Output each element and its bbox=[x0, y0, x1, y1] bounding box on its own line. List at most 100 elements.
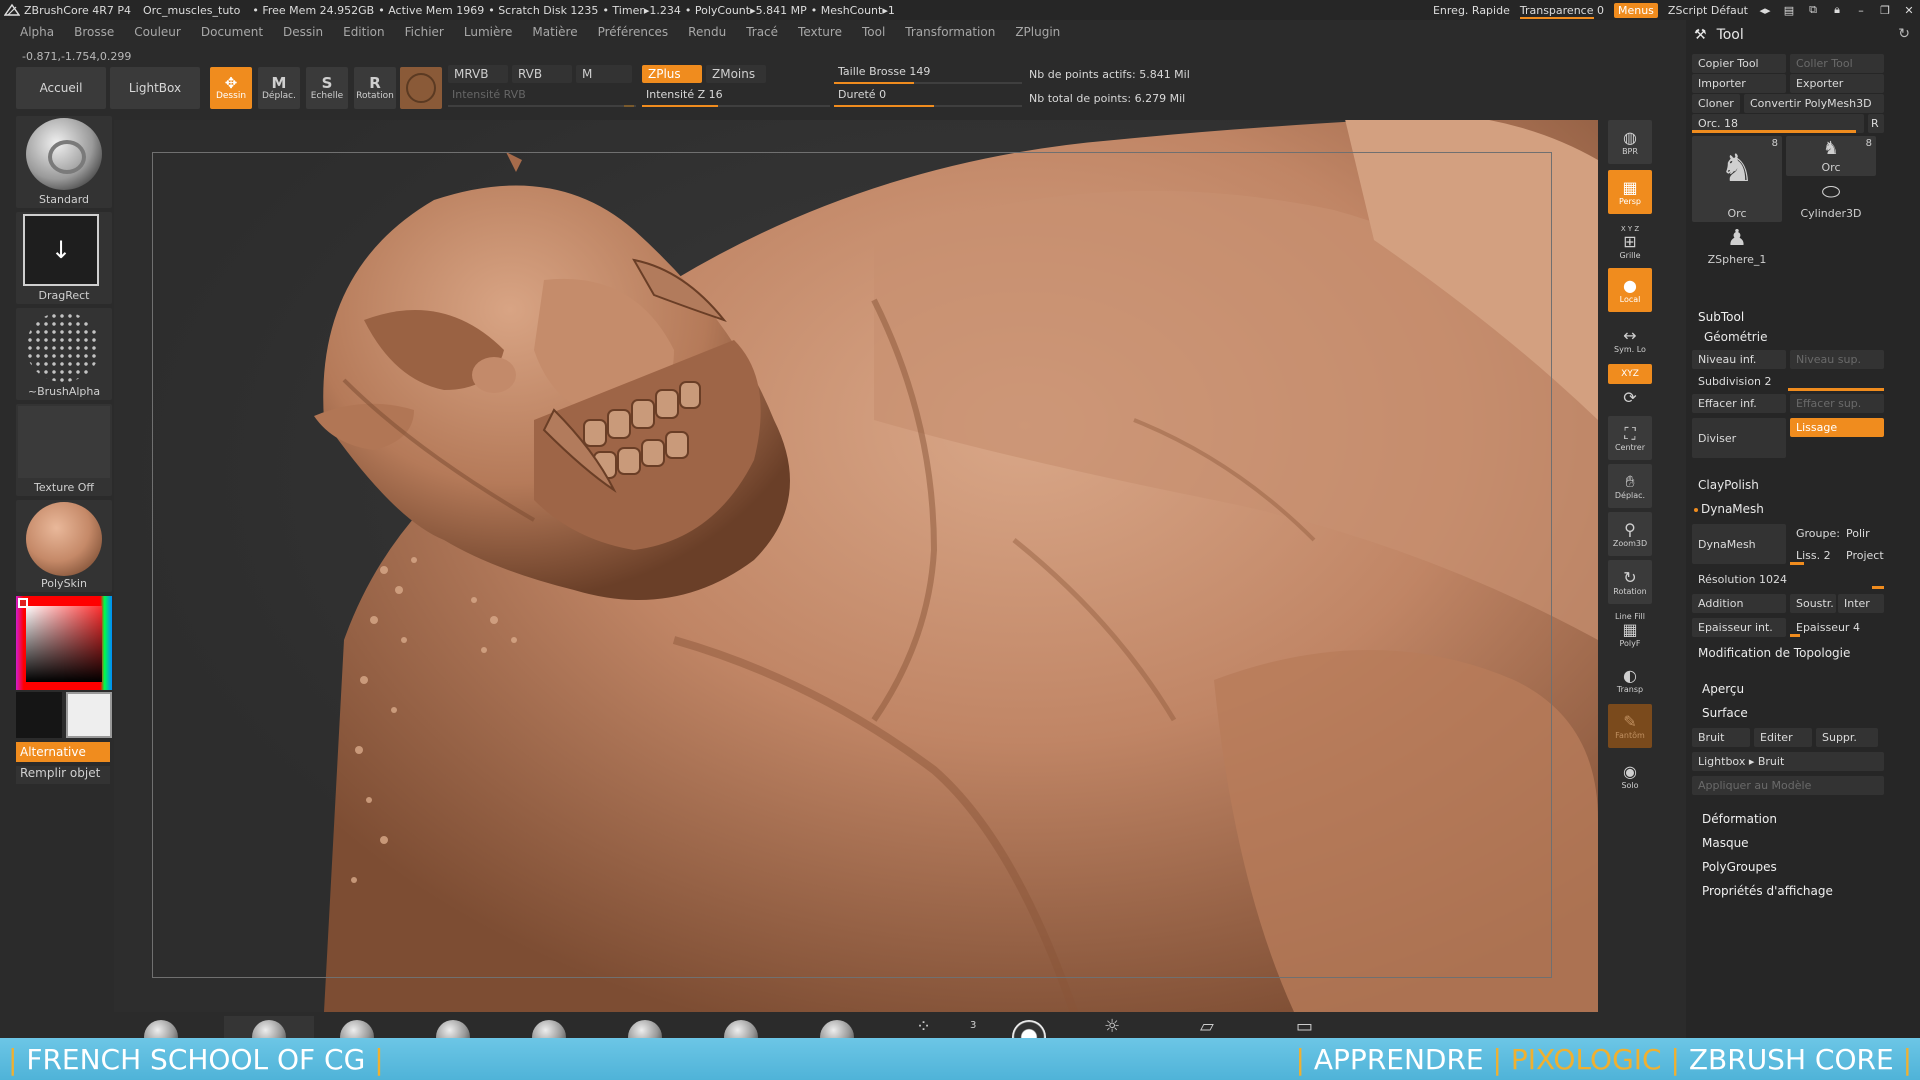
rotation-axis-button[interactable]: ⟳ bbox=[1608, 388, 1652, 408]
material-selector[interactable]: PolySkin bbox=[16, 500, 112, 592]
material-swatch[interactable] bbox=[400, 67, 442, 109]
bpr-button[interactable]: ◍ BPR bbox=[1608, 120, 1652, 164]
bottom-brush-3[interactable] bbox=[340, 1016, 374, 1054]
smooth-toggle[interactable]: Lissage bbox=[1790, 418, 1884, 437]
document-canvas[interactable] bbox=[114, 120, 1598, 1012]
menu-document[interactable]: Document bbox=[201, 25, 263, 39]
stroke-selector[interactable]: ↓ DragRect bbox=[16, 212, 112, 304]
bottom-brush-6[interactable] bbox=[628, 1016, 662, 1054]
export-button[interactable]: Exporter bbox=[1790, 74, 1884, 93]
tool-thumb-orc-main[interactable]: 8 ♞ Orc bbox=[1692, 136, 1782, 222]
menu-stroke[interactable]: Tracé bbox=[746, 25, 778, 39]
rgb-button[interactable]: RVB bbox=[512, 65, 572, 83]
noise-button[interactable]: Bruit bbox=[1692, 728, 1750, 747]
transp-button[interactable]: ◐ Transp bbox=[1608, 658, 1652, 702]
tool-thumb-zsphere[interactable]: ♟ ZSphere_1 bbox=[1692, 226, 1782, 268]
bottom-brush-2[interactable] bbox=[224, 1016, 314, 1054]
symlo-button[interactable]: ↔ Sym. Lo bbox=[1608, 318, 1652, 362]
groups-toggle[interactable]: Groupe: bbox=[1790, 524, 1840, 543]
tool-thumb-cylinder[interactable]: ⬭ Cylinder3D bbox=[1786, 180, 1876, 222]
lock-icon[interactable]: 🔒︎ bbox=[1830, 3, 1844, 16]
dropdown-icon[interactable]: ◂▸ bbox=[1758, 4, 1772, 17]
menu-color[interactable]: Couleur bbox=[134, 25, 181, 39]
rgb-intensity-slider[interactable]: Intensité RVB bbox=[448, 88, 636, 108]
bottom-sun[interactable]: ☼ bbox=[1104, 1016, 1138, 1038]
refresh-icon[interactable]: ↻ bbox=[1898, 26, 1910, 42]
polish-toggle[interactable]: Polir bbox=[1840, 524, 1884, 543]
zoom3d-button[interactable]: ⚲ Zoom3D bbox=[1608, 512, 1652, 556]
minimize-icon[interactable]: – bbox=[1854, 4, 1868, 17]
brush-selector[interactable]: Standard bbox=[16, 116, 112, 208]
thick-int-button[interactable]: Epaisseur int. bbox=[1692, 618, 1786, 637]
lightbox-noise-button[interactable]: Lightbox ▸ Bruit bbox=[1692, 752, 1884, 771]
bottom-brush-8[interactable] bbox=[820, 1016, 854, 1054]
geometry-section[interactable]: Géométrie bbox=[1704, 330, 1767, 344]
color-saturation-value-square[interactable] bbox=[26, 606, 102, 682]
subtool-section[interactable]: SubTool bbox=[1698, 310, 1744, 324]
r-button[interactable]: R bbox=[1868, 114, 1884, 133]
menu-transform[interactable]: Transformation bbox=[905, 25, 995, 39]
draw-button[interactable]: ✥ Dessin bbox=[210, 67, 252, 109]
texture-selector[interactable]: Texture Off bbox=[16, 404, 112, 496]
move-button[interactable]: M Déplac. bbox=[258, 67, 300, 109]
menu-edit[interactable]: Edition bbox=[343, 25, 385, 39]
make-polymesh-button[interactable]: Convertir PolyMesh3D bbox=[1744, 94, 1884, 113]
persp-button[interactable]: ▦ Persp bbox=[1608, 170, 1652, 214]
home-button[interactable]: Accueil bbox=[16, 67, 106, 109]
transparency-slider[interactable]: Transparence 0 bbox=[1519, 4, 1604, 19]
m-button[interactable]: M bbox=[576, 65, 632, 83]
menu-tool[interactable]: Tool bbox=[862, 25, 885, 39]
polygroups-section[interactable]: PolyGroupes bbox=[1702, 860, 1777, 874]
bottom-select-rect[interactable]: ▭ bbox=[1296, 1016, 1330, 1038]
lower-res-button[interactable]: Niveau inf. bbox=[1692, 350, 1786, 369]
resolution-slider[interactable]: Résolution 1024 bbox=[1692, 570, 1884, 589]
mrgb-button[interactable]: MRVB bbox=[448, 65, 508, 83]
higher-res-button[interactable]: Niveau sup. bbox=[1790, 350, 1884, 369]
paste-tool-button[interactable]: Coller Tool bbox=[1790, 54, 1884, 73]
copy-tool-button[interactable]: Copier Tool bbox=[1692, 54, 1786, 73]
and-button[interactable]: Inter bbox=[1838, 594, 1884, 613]
polyf-button[interactable]: Line Fill ▦ PolyF bbox=[1608, 608, 1652, 652]
display-properties-section[interactable]: Propriétés d'affichage bbox=[1702, 884, 1833, 898]
menu-texture[interactable]: Texture bbox=[798, 25, 842, 39]
blur-slider[interactable]: Liss. 2 bbox=[1790, 546, 1840, 565]
menu-brush[interactable]: Brosse bbox=[74, 25, 114, 39]
menu-light[interactable]: Lumière bbox=[464, 25, 513, 39]
menu-zplugin[interactable]: ZPlugin bbox=[1015, 25, 1060, 39]
project-toggle[interactable]: Project bbox=[1840, 546, 1884, 565]
brush-size-slider[interactable]: Taille Brosse 149 bbox=[834, 65, 1022, 85]
scale-button[interactable]: S Echelle bbox=[306, 67, 348, 109]
xyz-button[interactable]: XYZ bbox=[1608, 364, 1652, 384]
menu-render[interactable]: Rendu bbox=[688, 25, 726, 39]
edit-noise-button[interactable]: Editer bbox=[1754, 728, 1812, 747]
surface-section[interactable]: Surface bbox=[1702, 706, 1748, 720]
maximize-icon[interactable]: ❐ bbox=[1878, 4, 1892, 17]
bottom-alpha[interactable] bbox=[1012, 1016, 1046, 1054]
move-view-button[interactable]: ✋︎ Déplac. bbox=[1608, 464, 1652, 508]
tool-thumb-orc[interactable]: 8 ♞ Orc bbox=[1786, 136, 1876, 176]
import-button[interactable]: Importer bbox=[1692, 74, 1786, 93]
topology-section[interactable]: Modification de Topologie bbox=[1698, 646, 1850, 660]
lightbox-button[interactable]: LightBox bbox=[110, 67, 200, 109]
zscript-button[interactable]: ZScript Défaut bbox=[1668, 4, 1748, 17]
frame-button[interactable]: ⛶ Centrer bbox=[1608, 416, 1652, 460]
rotate-view-button[interactable]: ↻ Rotation bbox=[1608, 560, 1652, 604]
primary-color-swatch[interactable] bbox=[16, 692, 62, 738]
zsub-button[interactable]: ZMoins bbox=[706, 65, 766, 83]
z-intensity-slider[interactable]: Intensité Z 16 bbox=[642, 88, 830, 108]
color-picker[interactable] bbox=[16, 596, 112, 690]
solo-button[interactable]: ◉ Solo bbox=[1608, 754, 1652, 798]
current-tool-slider[interactable]: Orc. 18 bbox=[1692, 114, 1864, 133]
hardness-slider[interactable]: Dureté 0 bbox=[834, 88, 1022, 108]
sub-button[interactable]: Soustr. bbox=[1790, 594, 1836, 613]
bottom-map[interactable]: ▱ bbox=[1200, 1016, 1234, 1038]
tool-panel-header[interactable]: ⚒ Tool ↻ bbox=[1686, 20, 1920, 50]
claypolish-section[interactable]: ClayPolish bbox=[1698, 478, 1759, 492]
quicksave-button[interactable]: Enreg. Rapide bbox=[1433, 4, 1510, 17]
secondary-color-swatch[interactable] bbox=[66, 692, 112, 738]
menu-material[interactable]: Matière bbox=[532, 25, 577, 39]
close-icon[interactable]: ✕ bbox=[1902, 4, 1916, 17]
floor-button[interactable]: X Y Z ⊞ Grille bbox=[1608, 220, 1652, 264]
thickness-slider[interactable]: Epaisseur 4 bbox=[1790, 618, 1884, 637]
zadd-button[interactable]: ZPlus bbox=[642, 65, 702, 83]
